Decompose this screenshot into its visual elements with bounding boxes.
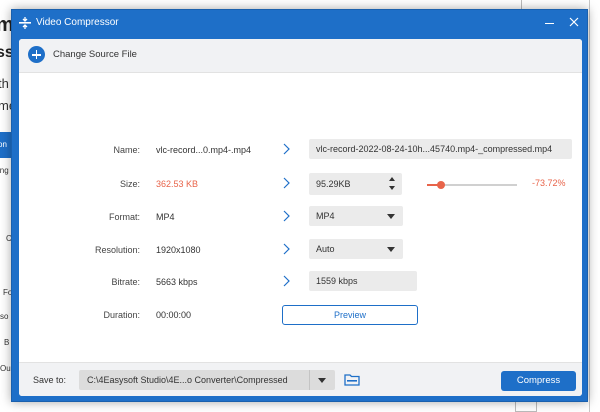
size-label: Size: — [119, 179, 140, 189]
source-size-value: 362.53 KB — [156, 179, 199, 189]
compress-icon — [19, 17, 31, 29]
close-button[interactable] — [567, 15, 581, 29]
decrement-arrow-icon[interactable] — [389, 186, 395, 190]
dialog-content: Change Source File Name: vlc-record...0.… — [19, 39, 582, 396]
dropdown-arrow-icon — [387, 247, 395, 252]
dropdown-arrow-icon — [318, 378, 326, 383]
bitrate-label: Bitrate: — [111, 277, 140, 287]
bg-text-fragment: ing — [0, 166, 9, 175]
name-label: Name: — [113, 145, 140, 155]
source-bitrate-value: 5663 kbps — [156, 277, 198, 287]
source-format-value: MP4 — [156, 212, 175, 222]
bg-text-fragment: so — [0, 312, 9, 321]
resolution-label: Resolution: — [94, 245, 140, 255]
change-source-file-button[interactable]: Change Source File — [53, 49, 137, 60]
preview-button[interactable]: Preview — [282, 305, 418, 325]
output-name-field[interactable]: vlc-record-2022-08-24-10h...45740.mp4-_c… — [309, 139, 572, 159]
save-path-select[interactable]: C:\4Easysoft Studio\4E...o Converter\Com… — [79, 370, 335, 390]
source-duration-value: 00:00:00 — [156, 310, 192, 320]
title-bar[interactable]: Video Compressor — [12, 10, 587, 36]
toolbar: Change Source File — [19, 39, 582, 73]
window-title: Video Compressor — [36, 17, 119, 28]
save-path-dropdown-button[interactable] — [309, 370, 335, 390]
chevron-right-icon — [281, 143, 291, 155]
increment-arrow-icon[interactable] — [389, 177, 395, 181]
compress-button[interactable]: Compress — [501, 371, 576, 391]
source-name-value: vlc-record...0.mp4-.mp4 — [156, 145, 252, 155]
slider-thumb[interactable] — [437, 181, 446, 189]
open-folder-icon[interactable] — [344, 373, 360, 386]
bg-text-fragment: on — [0, 140, 7, 149]
chevron-right-icon — [281, 177, 291, 189]
video-compressor-dialog: Video Compressor Change Source File Name… — [11, 9, 588, 402]
footer-bar: Save to: C:\4Easysoft Studio\4E...o Conv… — [19, 362, 582, 396]
bg-text-fragment: Ou — [0, 364, 11, 373]
source-resolution-value: 1920x1080 — [156, 245, 201, 255]
format-label: Format: — [108, 212, 140, 222]
save-path-value: C:\4Easysoft Studio\4E...o Converter\Com… — [87, 375, 288, 385]
close-icon — [569, 17, 579, 27]
chevron-right-icon — [281, 210, 291, 222]
spin-buttons[interactable] — [389, 177, 397, 191]
output-size-value: 95.29KB — [316, 179, 351, 189]
output-bitrate-field[interactable]: 1559 kbps — [309, 271, 417, 291]
output-bitrate-value: 1559 kbps — [316, 276, 358, 286]
format-select[interactable]: MP4 — [309, 206, 403, 226]
chevron-right-icon — [281, 275, 291, 287]
add-source-button[interactable] — [28, 46, 45, 63]
bg-text-fragment: th — [0, 76, 9, 91]
minimize-button[interactable] — [542, 16, 556, 30]
size-slider[interactable] — [427, 179, 517, 191]
chevron-right-icon — [281, 243, 291, 255]
resolution-selected-value: Auto — [316, 244, 335, 254]
format-selected-value: MP4 — [316, 211, 335, 221]
size-reduction-percent: -73.72% — [532, 178, 566, 188]
output-size-stepper[interactable]: 95.29KB — [309, 173, 402, 195]
resolution-select[interactable]: Auto — [309, 239, 403, 259]
dropdown-arrow-icon — [387, 214, 395, 219]
output-name-value: vlc-record-2022-08-24-10h...45740.mp4-_c… — [316, 144, 553, 154]
bg-divider — [589, 0, 590, 412]
save-to-label: Save to: — [33, 375, 67, 385]
bg-text-fragment: B — [4, 338, 10, 347]
duration-label: Duration: — [103, 310, 140, 320]
